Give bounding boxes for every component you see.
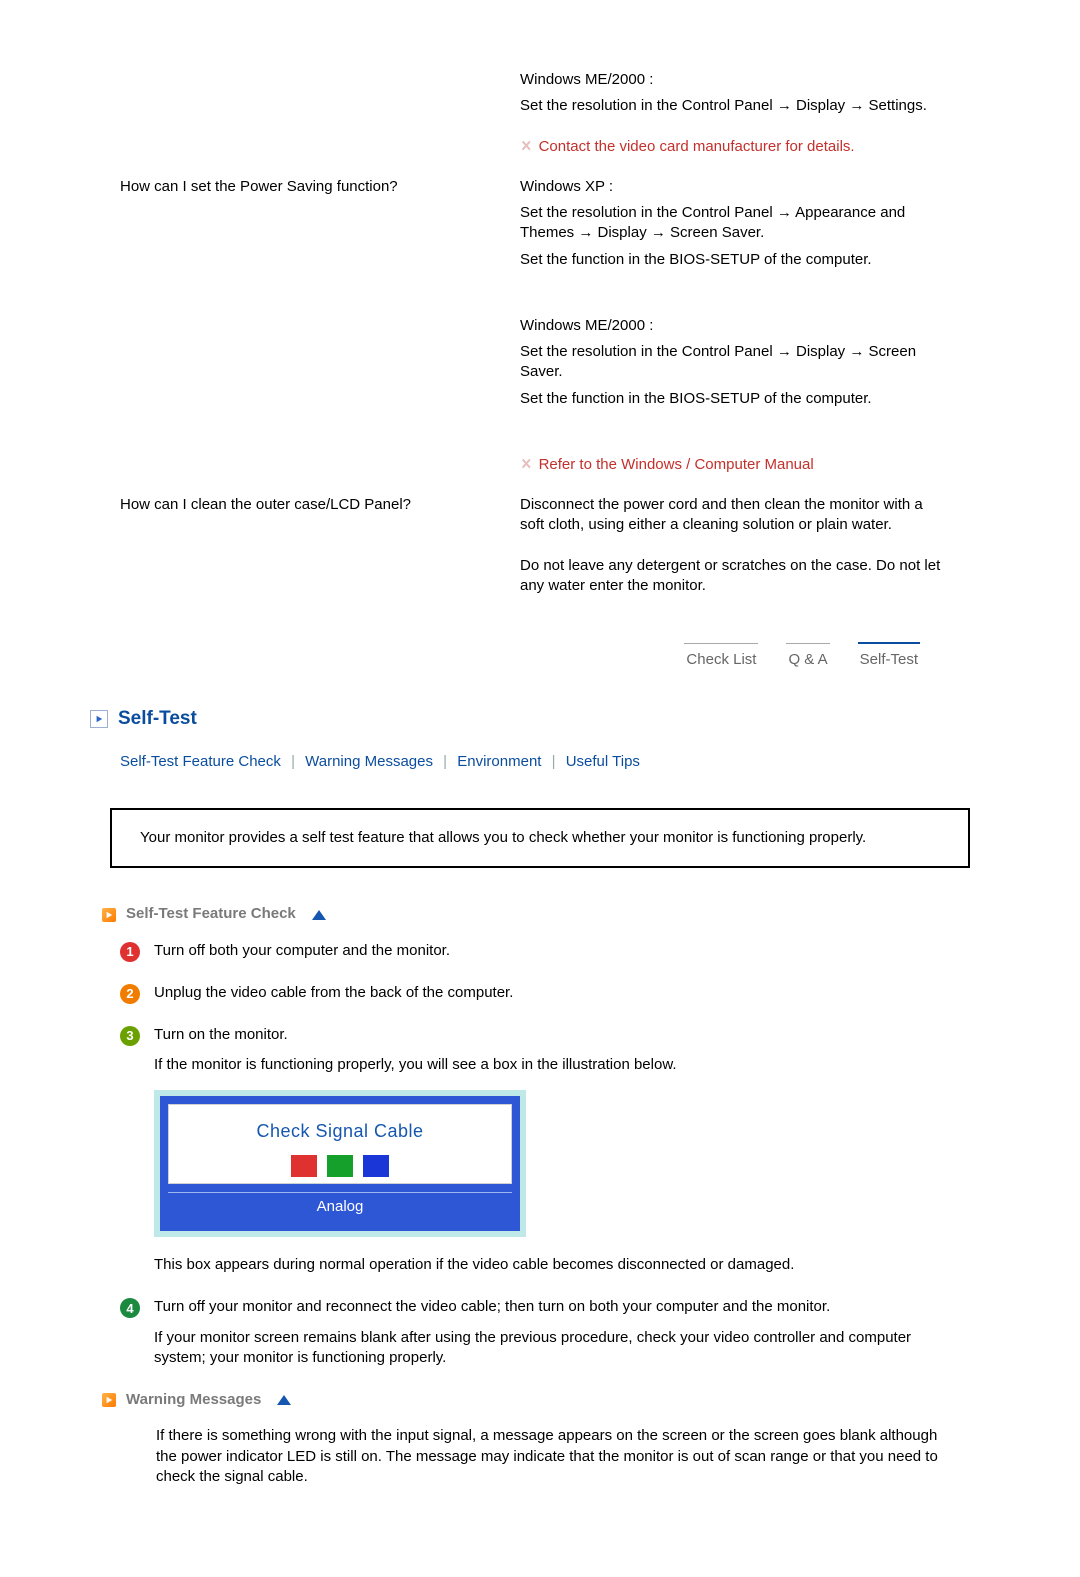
- note-videocard: ✕Contact the video card manufacturer for…: [520, 137, 950, 157]
- answer-xp-line2: Set the resolution in the Control Panel …: [520, 203, 950, 244]
- top-triangle-icon[interactable]: [312, 910, 326, 920]
- warning-text: If there is something wrong with the inp…: [156, 1426, 950, 1487]
- step-3-followup: If the monitor is functioning properly, …: [154, 1055, 950, 1075]
- subhead-stfc: Self-Test Feature Check: [126, 904, 296, 924]
- answer-prev-me2000-line1: Windows ME/2000 :: [520, 70, 950, 90]
- step-2-text: Unplug the video cable from the back of …: [154, 983, 950, 1003]
- orange-bullet-icon: [102, 1393, 116, 1407]
- note-x-icon: ✕: [521, 455, 532, 475]
- signal-cable-illustration: Check Signal Cable Analog: [154, 1090, 526, 1238]
- step-4a-text: Turn off your monitor and reconnect the …: [154, 1297, 950, 1317]
- orange-bullet-icon: [102, 908, 116, 922]
- answer-me-line2: Set the resolution in the Control Panel …: [520, 342, 950, 383]
- answer-xp-line3: Set the function in the BIOS-SETUP of th…: [520, 250, 950, 270]
- note-x-icon: ✕: [521, 137, 532, 157]
- anchor-self-test-feature[interactable]: Self-Test Feature Check: [120, 753, 281, 770]
- answer-me-line1: Windows ME/2000 :: [520, 316, 950, 336]
- answer-me-line3: Set the function in the BIOS-SETUP of th…: [520, 389, 950, 409]
- note-windows-manual: ✕Refer to the Windows / Computer Manual: [520, 455, 950, 475]
- anchor-warning-messages[interactable]: Warning Messages: [305, 753, 433, 770]
- anchor-environment[interactable]: Environment: [457, 753, 541, 770]
- answer-clean-1: Disconnect the power cord and then clean…: [520, 495, 950, 536]
- answer-xp-line1: Windows XP :: [520, 177, 950, 197]
- anchor-links: Self-Test Feature Check | Warning Messag…: [120, 752, 1020, 772]
- step-4-icon: 4: [120, 1298, 140, 1318]
- tab-self-test[interactable]: Self-Test: [858, 642, 920, 676]
- tab-qa[interactable]: Q & A: [786, 643, 829, 676]
- red-swatch: [291, 1155, 317, 1177]
- step-3-icon: 3: [120, 1026, 140, 1046]
- answer-clean-2: Do not leave any detergent or scratches …: [520, 556, 950, 597]
- step-2-icon: 2: [120, 984, 140, 1004]
- step-4b-text: If your monitor screen remains blank aft…: [154, 1328, 950, 1369]
- note-box: Your monitor provides a self test featur…: [110, 808, 970, 868]
- after-box-text: This box appears during normal operation…: [154, 1255, 950, 1275]
- signal-footer: Analog: [168, 1192, 512, 1223]
- green-swatch: [327, 1155, 353, 1177]
- answer-prev-me2000-line2: Set the resolution in the Control Panel …: [520, 96, 950, 116]
- step-1-text: Turn off both your computer and the moni…: [154, 941, 950, 961]
- step-1-icon: 1: [120, 942, 140, 962]
- blue-swatch: [363, 1155, 389, 1177]
- tab-check-list[interactable]: Check List: [684, 643, 758, 676]
- tab-strip: Check List Q & A Self-Test: [60, 642, 1020, 676]
- subhead-warning: Warning Messages: [126, 1390, 261, 1410]
- question-clean-case: How can I clean the outer case/LCD Panel…: [120, 495, 500, 515]
- step-3-text: Turn on the monitor.: [154, 1025, 950, 1045]
- arrow-bullet-icon: [90, 710, 108, 728]
- anchor-useful-tips[interactable]: Useful Tips: [566, 753, 640, 770]
- question-power-saving: How can I set the Power Saving function?: [120, 177, 500, 197]
- signal-title: Check Signal Cable: [169, 1119, 511, 1143]
- section-title: Self-Test: [118, 706, 197, 732]
- top-triangle-icon[interactable]: [277, 1395, 291, 1405]
